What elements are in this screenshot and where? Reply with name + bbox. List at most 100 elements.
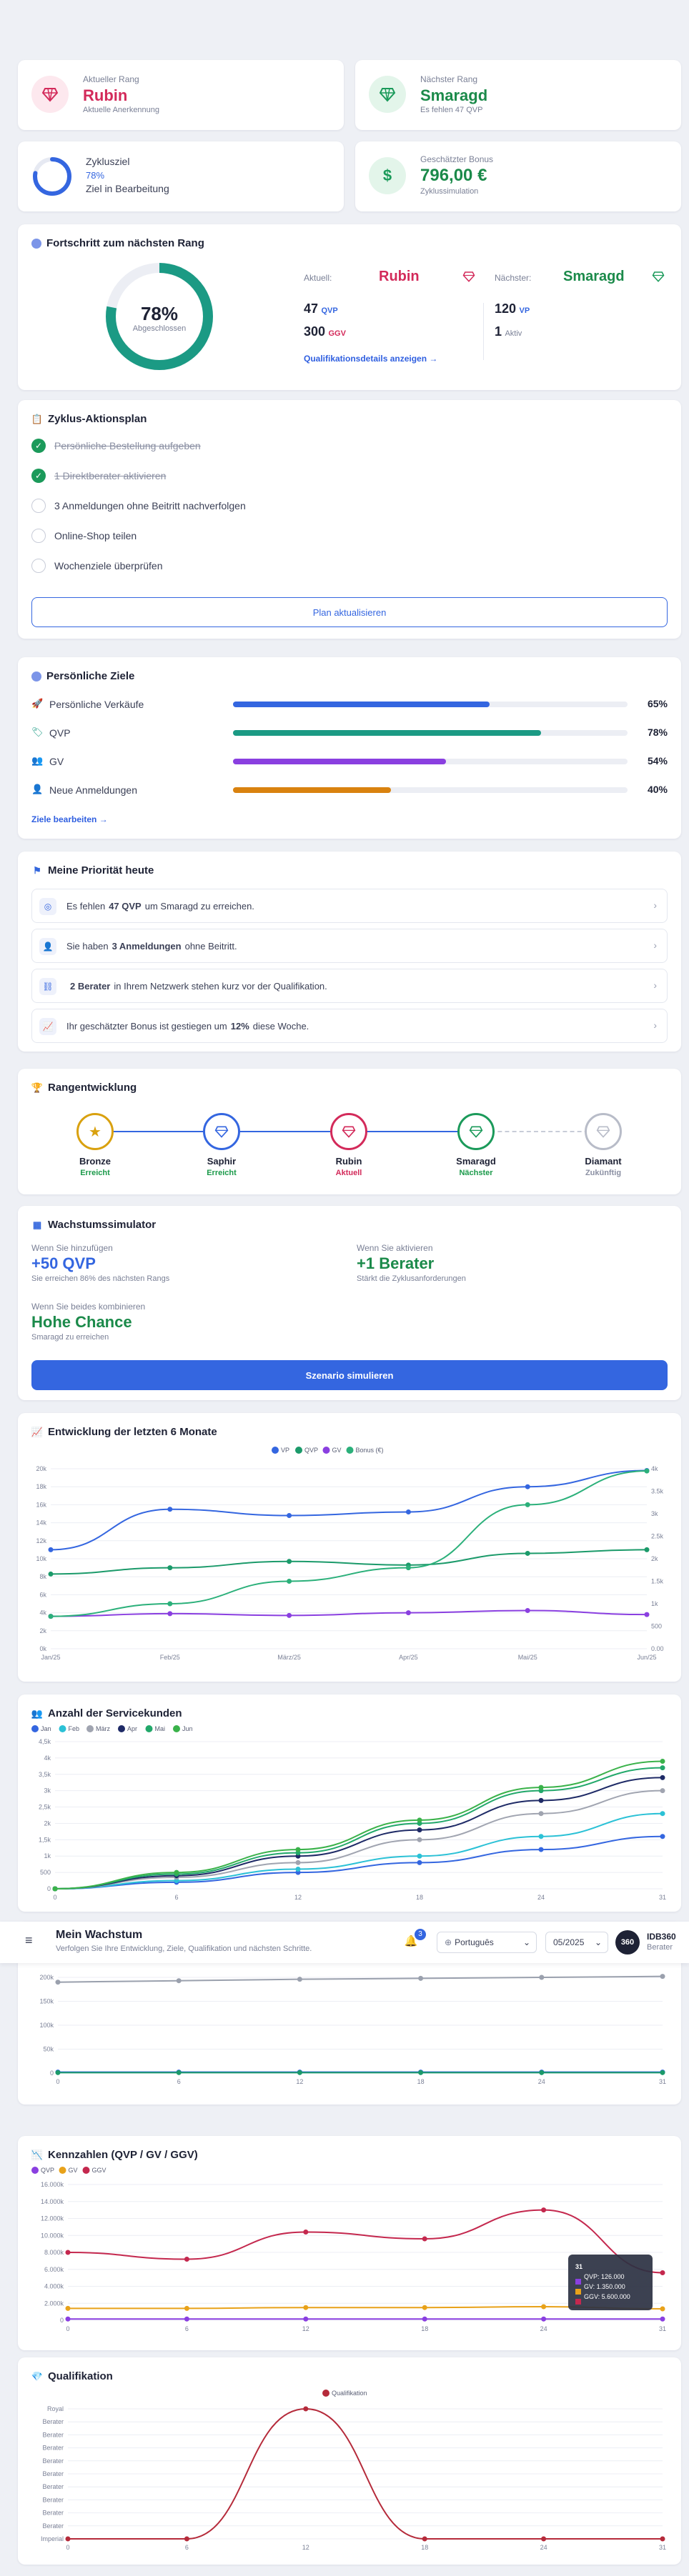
data-point [417,1817,422,1823]
x-tick-label: Feb/25 [160,1654,180,1661]
current-rank-sub: Aktuelle Anerkennung [83,106,160,114]
rank-status: Nächster [459,1169,493,1177]
data-point [525,1550,530,1556]
page-subtitle: Verfolgen Sie Ihre Entwicklung, Ziele, Q… [56,1945,312,1953]
progress-dot-icon [31,238,41,249]
data-point [644,1612,650,1617]
rocket-icon: 🚀 [31,698,44,709]
ruby-icon [31,76,69,113]
goal-label: QVP [49,727,71,739]
next-rank-card: Nächster Rang Smaragd Es fehlen 47 QVP [355,60,681,130]
y-tick-label: 100k [39,2022,54,2029]
goal-progress-bar [233,759,628,764]
legend-label: Apr [127,1725,137,1732]
rank-progress-label: Abgeschlossen [132,324,187,333]
legend-swatch [173,1725,180,1732]
x-tick-label: März/25 [277,1654,301,1661]
data-point [167,1611,173,1617]
y2-tick-label: 3k [651,1510,658,1517]
period-select[interactable]: 05/2025 ⌄ [545,1932,608,1953]
legend-swatch [322,1447,330,1454]
x-tick-label: 12 [302,2544,309,2551]
data-point [644,1468,650,1474]
empty-checkbox[interactable] [31,499,46,513]
rank-name: Bronze [79,1156,111,1167]
gem-icon [342,1126,356,1138]
language-select[interactable]: ⊕ Português ⌄ [437,1932,537,1953]
data-point [295,1859,301,1865]
current-label: Aktuell: [304,273,332,283]
legend-label: GV [332,1447,342,1454]
goal-pct: 54% [647,755,668,767]
personal-goals-card: Persönliche Ziele Ziele bearbeiten → 🚀 Pe… [18,657,681,839]
goal-pct: 78% [647,727,668,738]
tooltip-text: GV: 1.350.000 [584,2283,625,2290]
cycle-goal-pct: 78% [86,170,105,181]
y-tick-label: 2,5k [39,1804,51,1811]
bonus-sub: Zyklussimulation [420,187,479,196]
plan-item-label: 3 Anmeldungen ohne Beitritt nachverfolge… [54,500,246,511]
priority-item[interactable]: ⛓ 2 Berater in Ihrem Netzwerk stehen kurz … [31,969,668,1003]
series-line [54,1767,663,1889]
target-icon: ◎ [39,898,56,915]
chevron-right-icon: › [653,899,657,911]
chevron-right-icon: › [653,979,657,991]
check-circle-icon[interactable]: ✓ [31,439,46,453]
emerald-icon [369,76,406,113]
x-tick-label: 6 [185,2325,189,2332]
evolution-title: Entwicklung der letzten 6 Monate [48,1426,217,1438]
rank-status: Aktuell [335,1169,362,1177]
empty-checkbox[interactable] [31,529,46,543]
update-plan-button[interactable]: Plan aktualisieren [31,597,668,627]
data-point [541,2304,547,2310]
edit-goals-link[interactable]: Ziele bearbeiten → [31,814,108,824]
x-tick-label: 24 [540,2325,547,2332]
priority-text: Ihr geschätzter Bonus ist gestiegen um 12… [66,1021,309,1032]
data-point [541,2536,547,2542]
sim-a-sub: Sie erreichen 86% des nächsten Rangs [31,1274,170,1283]
priority-item[interactable]: 📈 Ihr geschätzter Bonus ist gestiegen um 1… [31,1009,668,1043]
legend-label: Feb [69,1725,80,1732]
network-chart: 0 50k 100k 150k 200k 0 6 12 18 24 31 [39,1974,666,2085]
data-point [660,2070,665,2075]
priority-post: in Ihrem Netzwerk stehen kurz vor der Qu… [114,981,327,992]
goals-title: Persönliche Ziele [46,670,135,682]
period-value: 05/2025 [553,1937,585,1947]
data-point [405,1509,411,1514]
check-circle-icon[interactable]: ✓ [31,469,46,483]
avatar[interactable]: 360 [615,1930,640,1955]
y-tick-label: 8k [39,1573,46,1580]
rank-name: Diamant [585,1156,622,1167]
cycle-goal-sub: Ziel in Bearbeitung [86,183,169,194]
y-tick-label: 8.000k [44,2249,64,2256]
priority-bold: 3 Anmeldungen [111,941,182,952]
rank-status: Erreicht [207,1169,237,1177]
y-tick-label: 1k [44,1852,51,1859]
data-point [184,2316,189,2322]
empty-checkbox[interactable] [31,559,46,573]
rank-status: Erreicht [80,1169,110,1177]
x-tick-label: Jan/25 [41,1654,60,1661]
plan-item-label: Persönliche Bestellung aufgeben [54,440,201,451]
legend-swatch [59,1725,66,1732]
data-point [303,2230,309,2235]
y-tick-label: 50k [43,2046,54,2053]
data-point [422,2236,427,2242]
priority-item[interactable]: ◎ Es fehlen 47 QVP um Smaragd zu erreichen.… [31,889,668,923]
qualification-details-link[interactable]: Qualifikationsdetails anzeigen → [304,354,437,364]
data-point [297,2070,302,2075]
priority-item[interactable]: 👤 Sie haben 3 Anmeldungen ohne Beitritt. › [31,929,668,963]
y-tick-label: 18k [36,1483,46,1490]
legend-label: Bonus (€) [356,1447,384,1454]
simulate-scenario-button[interactable]: Szenario simulieren [31,1360,668,1390]
tag-icon: 🏷 [31,727,44,737]
data-point [539,1975,545,1980]
menu-icon[interactable]: ≡ [25,1933,33,1948]
y-tick-label: Royal [47,2405,64,2412]
y-tick-label: 12k [36,1537,46,1544]
flag-icon: ⚑ [33,864,41,876]
bonus-card: $ Geschätzter Bonus 796,00 € Zyklussimul… [355,141,681,211]
x-tick-label: Apr/25 [399,1654,418,1661]
data-point [660,1774,665,1780]
legend-swatch [31,2167,39,2174]
